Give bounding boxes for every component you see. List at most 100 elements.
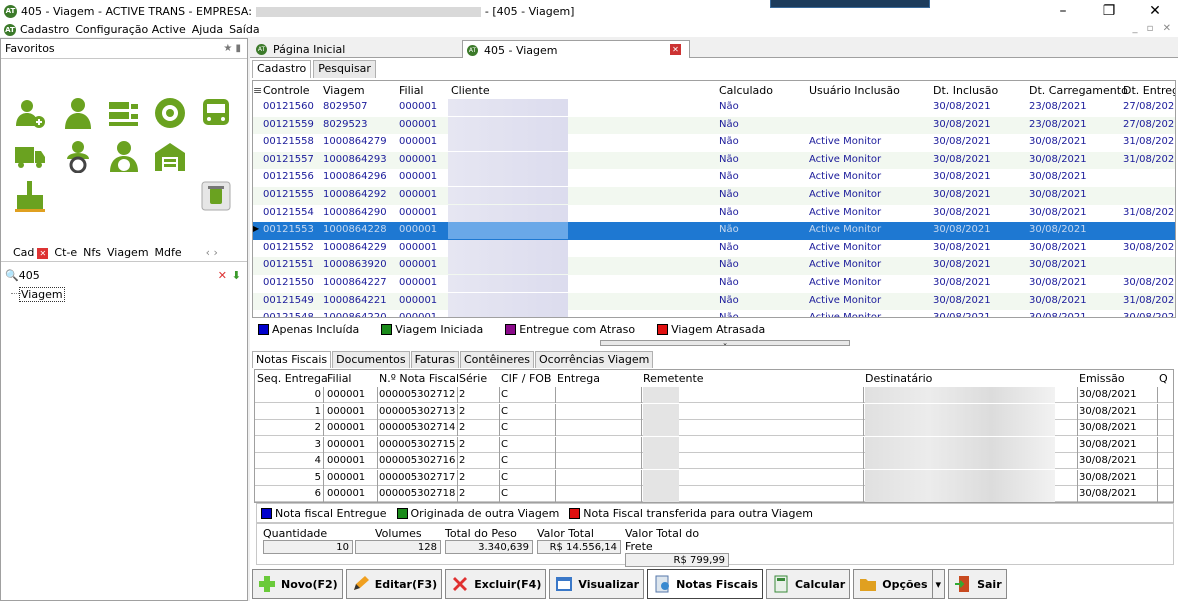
- tab-viagem[interactable]: Viagem: [107, 246, 149, 259]
- col-remetente[interactable]: Remetente: [643, 372, 704, 385]
- header-menu-icon[interactable]: ≡: [253, 84, 262, 97]
- total-valor: Valor Total R$ 14.556,14: [537, 527, 621, 554]
- col-dt-inclusao[interactable]: Dt. Inclusão: [933, 84, 998, 97]
- warehouse-icon[interactable]: [153, 139, 187, 173]
- go-arrow-icon[interactable]: ⬇: [232, 269, 241, 282]
- nota-row[interactable]: 5 000001 000005302717 2 C 30/08/2021: [255, 469, 1173, 486]
- close-icon[interactable]: ✕: [37, 248, 49, 259]
- col-filial[interactable]: Filial: [399, 84, 424, 97]
- mdi-window-controls[interactable]: _ ▫ ✕: [1132, 23, 1174, 34]
- nota-row[interactable]: 3 000001 000005302715 2 C 30/08/2021: [255, 436, 1173, 453]
- table-row[interactable]: 00121552 1000864229 000001 Não Active Monito…: [253, 239, 1175, 258]
- table-row[interactable]: 00121559 8029523 000001 Não 30/08/2021 23/08/…: [253, 116, 1175, 135]
- table-row[interactable]: 00121555 1000864292 000001 Não Active Monito…: [253, 187, 1175, 205]
- minimize-button[interactable]: –: [1040, 0, 1086, 22]
- sair-button[interactable]: Sair: [948, 569, 1007, 599]
- nota-row[interactable]: 4 000001 000005302716 2 C 30/08/2021: [255, 453, 1173, 469]
- col-emissao[interactable]: Emissão: [1079, 372, 1125, 385]
- add-user-icon[interactable]: [13, 96, 47, 130]
- pin-icon[interactable]: ★ ▮: [223, 43, 241, 54]
- nota-row[interactable]: 1 000001 000005302713 2 C 30/08/2021: [255, 403, 1173, 420]
- driver-wheel-icon[interactable]: [107, 139, 141, 173]
- delivery-truck-icon[interactable]: [13, 139, 47, 173]
- nota-row[interactable]: 6 000001 000005302718 2 C 30/08/2021: [255, 486, 1173, 502]
- tab-405-viagem[interactable]: AT 405 - Viagem ✕: [462, 40, 690, 59]
- user-icon[interactable]: [61, 96, 95, 130]
- col-usuario-inclusao[interactable]: Usuário Inclusão: [809, 84, 900, 97]
- col-calculado[interactable]: Calculado: [719, 84, 779, 97]
- wheel-icon[interactable]: [153, 96, 187, 130]
- table-row[interactable]: 00121549 1000864221 000001 Não Active Monito…: [253, 292, 1175, 311]
- visualizar-button[interactable]: Visualizar: [549, 569, 645, 599]
- tab-cad[interactable]: Cad ✕: [7, 246, 49, 259]
- col-controle[interactable]: Controle: [263, 84, 310, 97]
- menu-configuracao[interactable]: Configuração Active: [75, 23, 186, 36]
- col-filial[interactable]: Filial: [327, 372, 352, 385]
- tab-mdfe[interactable]: Mdfe: [155, 246, 182, 259]
- menu-saida[interactable]: Saída: [229, 23, 260, 36]
- table-row[interactable]: 00121548 1000864220 000001 Não Active Monito…: [253, 310, 1175, 317]
- menu-ajuda[interactable]: Ajuda: [192, 23, 223, 36]
- col-cif-fob[interactable]: CIF / FOB: [501, 372, 551, 385]
- col-dt-entrega[interactable]: Dt. Entrega: [1123, 84, 1175, 97]
- col-viagem[interactable]: Viagem: [323, 84, 365, 97]
- restore-button[interactable]: ❐: [1086, 0, 1132, 22]
- close-button[interactable]: ✕: [1132, 0, 1178, 22]
- excluir-button[interactable]: Excluir(F4): [445, 569, 547, 599]
- col-seq-entrega[interactable]: Seq. Entrega: [257, 372, 328, 385]
- col-entrega[interactable]: Entrega: [557, 372, 600, 385]
- tab-pesquisar[interactable]: Pesquisar: [313, 60, 376, 78]
- notas-grid[interactable]: Seq. Entrega Filial N.º Nota Fiscal Séri…: [254, 369, 1174, 503]
- table-row[interactable]: 00121558 1000864279 000001 Não Active Monito…: [253, 134, 1175, 152]
- tab-ocorrencias[interactable]: Ocorrências Viagem: [534, 351, 654, 368]
- viagem-grid[interactable]: ≡ Controle Viagem Filial Cliente Calcula…: [252, 80, 1176, 318]
- table-row[interactable]: 00121554 1000864290 000001 Não Active Monito…: [253, 204, 1175, 223]
- table-row[interactable]: ▶ 00121553 1000864228 000001 Não Active Monit…: [253, 222, 1175, 240]
- tree-item-viagem[interactable]: Viagem: [19, 287, 65, 302]
- menu-cadastro[interactable]: Cadastro: [20, 23, 69, 36]
- col-nota-fiscal[interactable]: N.º Nota Fiscal: [379, 372, 459, 385]
- tab-pagina-inicial[interactable]: AT Página Inicial: [252, 40, 462, 58]
- col-dt-carregamento[interactable]: Dt. Carregamento: [1029, 84, 1128, 97]
- editar-button[interactable]: Editar(F3): [345, 569, 443, 599]
- cell-emissao: 30/08/2021: [1079, 455, 1137, 466]
- col-serie[interactable]: Série: [459, 372, 487, 385]
- novo-button[interactable]: Novo(F2): [252, 569, 343, 599]
- factory-icon[interactable]: [13, 179, 47, 213]
- tab-scroll-arrows[interactable]: ‹ ›: [206, 246, 218, 259]
- close-tab-icon[interactable]: ✕: [670, 44, 681, 55]
- tab-cte[interactable]: Ct-e: [54, 246, 77, 259]
- tab-nfs[interactable]: Nfs: [83, 246, 101, 259]
- cell-emissao: 30/08/2021: [1079, 422, 1137, 433]
- table-row[interactable]: 00121556 1000864296 000001 Não Active Monito…: [253, 169, 1175, 187]
- col-cliente[interactable]: Cliente: [451, 84, 490, 97]
- tab-notas-fiscais[interactable]: Notas Fiscais: [252, 351, 332, 368]
- left-search[interactable]: 🔍 405 ✕ ⬇: [1, 267, 247, 283]
- col-q[interactable]: Q: [1159, 372, 1168, 385]
- col-destinatario[interactable]: Destinatário: [865, 372, 932, 385]
- legend-label: Nota fiscal Entregue: [275, 506, 387, 520]
- truck-fleet-icon[interactable]: [107, 96, 141, 130]
- tab-faturas[interactable]: Faturas: [410, 351, 459, 368]
- table-row[interactable]: 00121560 8029507 000001 Não 30/08/2021 23/08/…: [253, 99, 1175, 117]
- bus-icon[interactable]: [199, 96, 233, 130]
- splitter-handle[interactable]: ⌄: [600, 340, 850, 347]
- notas-fiscais-button[interactable]: Notas Fiscais: [647, 569, 763, 599]
- nota-row[interactable]: 0 000001 000005302712 2 C 30/08/2021: [255, 387, 1173, 403]
- tab-documentos[interactable]: Documentos: [332, 351, 410, 368]
- visualizar-label: Visualizar: [578, 577, 640, 591]
- nota-row[interactable]: 2 000001 000005302714 2 C 30/08/2021: [255, 420, 1173, 436]
- clear-search-icon[interactable]: ✕: [218, 269, 227, 282]
- tab-conteineres[interactable]: Contêineres: [459, 351, 534, 368]
- cell-emissao: 30/08/2021: [1079, 389, 1137, 400]
- tab-cadastro[interactable]: Cadastro: [252, 60, 312, 78]
- opcoes-dropdown-button[interactable]: ▾: [931, 569, 946, 599]
- table-row[interactable]: 00121557 1000864293 000001 Não Active Monito…: [253, 151, 1175, 170]
- search-input[interactable]: 405: [19, 269, 40, 282]
- driver-icon[interactable]: [61, 139, 95, 173]
- calcular-button[interactable]: Calcular: [765, 569, 851, 599]
- recycle-bin-icon[interactable]: [199, 179, 233, 213]
- table-row[interactable]: 00121550 1000864227 000001 Não Active Monito…: [253, 275, 1175, 293]
- opcoes-button[interactable]: Opções: [853, 569, 933, 599]
- table-row[interactable]: 00121551 1000863920 000001 Não Active Monito…: [253, 257, 1175, 275]
